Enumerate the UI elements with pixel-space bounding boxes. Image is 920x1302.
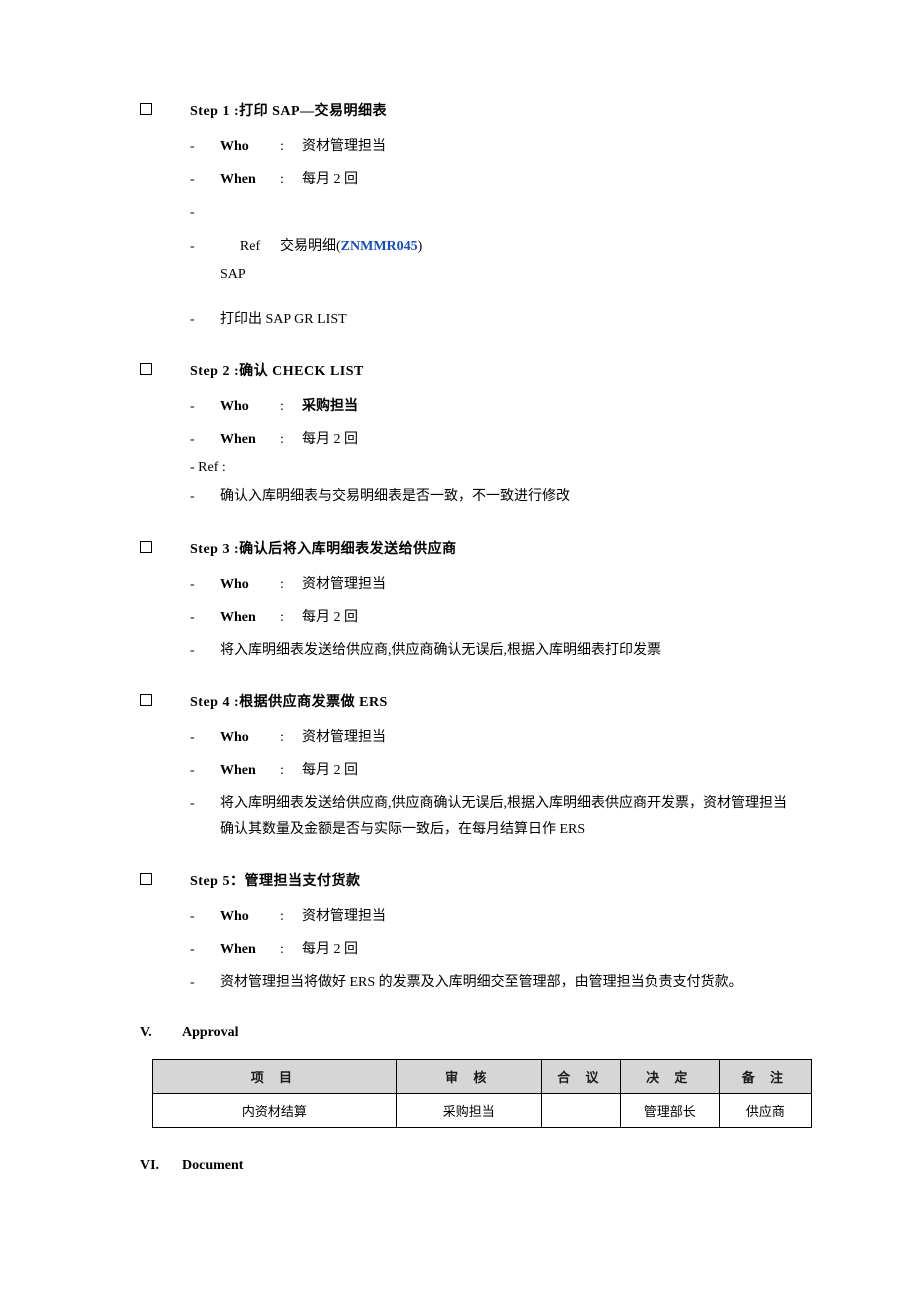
step-5-who: -Who: 资材管理担当 — [190, 904, 800, 929]
step-2: Step 2 :确认 CHECK LIST -Who: 采购担当 -When: … — [140, 360, 800, 510]
step-2-ref: - Ref : — [190, 460, 800, 476]
step-5-label: Step 5：管理担当支付货款 — [190, 870, 360, 890]
step-5-note: -资材管理担当将做好 ERS 的发票及入库明细交至管理部，由管理担当负责支付货款… — [190, 970, 800, 995]
step-5-when: -When: 每月 2 回 — [190, 937, 800, 962]
step-3-title: Step 3 :确认后将入库明细表发送给供应商 — [140, 538, 800, 558]
step-4-label: Step 4 :根据供应商发票做 ERS — [190, 691, 388, 711]
cell-decide: 管理部长 — [620, 1094, 719, 1128]
step-2-who: -Who: 采购担当 — [190, 394, 800, 419]
step-1-when: -When: 每月 2 回 — [190, 167, 800, 192]
step-2-title: Step 2 :确认 CHECK LIST — [140, 360, 800, 380]
table-row: 内资材结算 采购担当 管理部长 供应商 — [153, 1094, 812, 1128]
step-1-title: Step 1 :打印 SAP—交易明细表 — [140, 100, 800, 120]
sap-code: ZNMMR045 — [341, 239, 418, 254]
step-4-who: -Who: 资材管理担当 — [190, 725, 800, 750]
section-vi: VI.Document — [140, 1158, 800, 1174]
step-3-who: -Who: 资材管理担当 — [190, 572, 800, 597]
checkbox-icon — [140, 363, 152, 375]
step-3-note: -将入库明细表发送给供应商,供应商确认无误后,根据入库明细表打印发票 — [190, 638, 800, 663]
cell-item: 内资材结算 — [153, 1094, 397, 1128]
col-item: 项 目 — [153, 1060, 397, 1094]
step-4: Step 4 :根据供应商发票做 ERS -Who: 资材管理担当 -When:… — [140, 691, 800, 842]
step-3-when: -When: 每月 2 回 — [190, 605, 800, 630]
step-1-note: -打印出 SAP GR LIST — [190, 307, 800, 332]
approval-table: 项 目 审 核 合 议 决 定 备 注 内资材结算 采购担当 管理部长 供应商 — [152, 1059, 812, 1128]
step-1-who: -Who: 资材管理担当 — [190, 134, 800, 159]
step-1-ref-sub: SAP — [220, 267, 800, 283]
step-4-title: Step 4 :根据供应商发票做 ERS — [140, 691, 800, 711]
checkbox-icon — [140, 103, 152, 115]
step-5: Step 5：管理担当支付货款 -Who: 资材管理担当 -When: 每月 2… — [140, 870, 800, 996]
step-3: Step 3 :确认后将入库明细表发送给供应商 -Who: 资材管理担当 -Wh… — [140, 538, 800, 664]
step-4-note: -将入库明细表发送给供应商,供应商确认无误后,根据入库明细表供应商开发票，资材管… — [190, 791, 800, 841]
step-5-title: Step 5：管理担当支付货款 — [140, 870, 800, 890]
step-1-label: Step 1 :打印 SAP—交易明细表 — [190, 100, 387, 120]
col-discuss: 合 议 — [541, 1060, 620, 1094]
section-v: V.Approval — [140, 1025, 800, 1041]
step-1-blank: - — [190, 200, 800, 225]
col-note: 备 注 — [719, 1060, 811, 1094]
checkbox-icon — [140, 873, 152, 885]
checkbox-icon — [140, 694, 152, 706]
step-3-label: Step 3 :确认后将入库明细表发送给供应商 — [190, 538, 457, 558]
table-header-row: 项 目 审 核 合 议 决 定 备 注 — [153, 1060, 812, 1094]
checkbox-icon — [140, 541, 152, 553]
step-2-label: Step 2 :确认 CHECK LIST — [190, 360, 364, 380]
cell-discuss — [541, 1094, 620, 1128]
step-1-ref: -Ref 交易明细(ZNMMR045) — [190, 234, 800, 259]
step-2-when: -When: 每月 2 回 — [190, 427, 800, 452]
cell-note: 供应商 — [719, 1094, 811, 1128]
step-4-when: -When: 每月 2 回 — [190, 758, 800, 783]
col-review: 审 核 — [396, 1060, 541, 1094]
step-2-note: -确认入库明细表与交易明细表是否一致，不一致进行修改 — [190, 484, 800, 509]
cell-review: 采购担当 — [396, 1094, 541, 1128]
col-decide: 决 定 — [620, 1060, 719, 1094]
step-1: Step 1 :打印 SAP—交易明细表 -Who: 资材管理担当 -When:… — [140, 100, 800, 332]
